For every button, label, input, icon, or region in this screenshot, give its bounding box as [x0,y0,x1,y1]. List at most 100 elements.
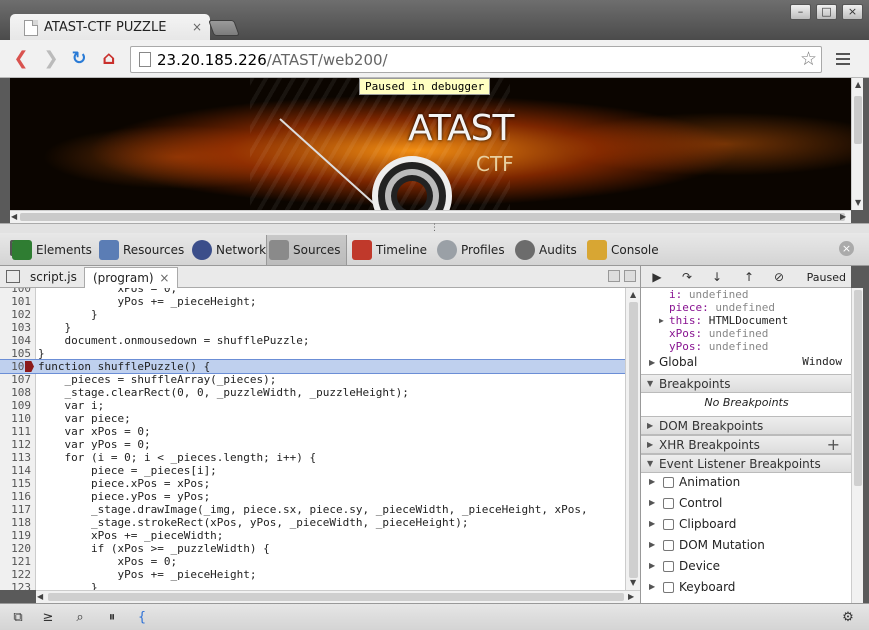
resume-icon[interactable]: ▶ [649,269,665,285]
event-category-checkbox[interactable] [663,498,674,509]
tab-elements[interactable]: Elements [10,235,92,265]
line-number[interactable]: 123 [0,581,31,590]
code-line[interactable]: 107 _pieces = shuffleArray(_pieces); [0,373,625,386]
expand-triangle-icon[interactable]: ▶ [659,316,664,325]
code-line[interactable]: 121 xPos = 0; [0,555,625,568]
file-tabs-scroll-icon[interactable] [608,270,620,282]
sidebar-vertical-scrollbar[interactable] [851,288,863,603]
pause-on-exceptions-icon[interactable]: ⏸ [102,608,122,628]
line-number[interactable]: 101 [0,295,31,308]
code-line[interactable]: 103 } [0,321,625,334]
scope-variable[interactable]: piece: undefined [669,301,775,314]
line-number[interactable]: 115 [0,477,31,490]
devtools-close-icon[interactable]: × [839,241,854,256]
navigator-toggle-icon[interactable] [6,270,20,283]
line-number[interactable]: 117 [0,503,31,516]
scope-variable[interactable]: i: undefined [669,288,748,301]
event-category-checkbox[interactable] [663,561,674,572]
event-category-checkbox[interactable] [663,582,674,593]
event-category-animation[interactable]: ▶ Animation [641,472,851,492]
line-number[interactable]: 121 [0,555,31,568]
line-number[interactable]: 100 [0,288,31,295]
line-number[interactable]: 104 [0,334,31,347]
code-line[interactable]: 112 var yPos = 0; [0,438,625,451]
forward-arrow-icon[interactable]: ❯ [40,48,62,70]
step-into-icon[interactable]: ↓ [709,269,725,285]
code-line[interactable]: 110 var piece; [0,412,625,425]
source-code-editor[interactable]: 100 xPos = 0; 101 yPos += _pieceHeight; 10… [0,288,625,590]
line-number[interactable]: 108 [0,386,31,399]
tab-timeline[interactable]: Timeline [350,235,427,265]
tab-resources[interactable]: Resources [97,235,184,265]
back-arrow-icon[interactable]: ❮ [10,48,32,70]
code-line[interactable]: 108 _stage.clearRect(0, 0, _puzzleWidth,… [0,386,625,399]
debugger-sidebar-toggle-icon[interactable] [624,270,636,282]
dock-side-icon[interactable]: ⧉ [8,608,28,628]
code-line[interactable]: 120 if (xPos >= _puzzleWidth) { [0,542,625,555]
code-horizontal-scrollbar[interactable]: ◀ ▶ [36,590,640,603]
step-over-icon[interactable]: ↷ [679,269,695,285]
breakpoints-section-header[interactable]: ▼ Breakpoints [641,374,851,393]
scope-global[interactable]: ▶ Global Window [641,354,851,372]
event-category-checkbox[interactable] [663,540,674,551]
pretty-print-button[interactable]: { } [132,608,152,628]
line-number[interactable]: 116 [0,490,31,503]
code-line[interactable]: 116 piece.yPos = yPos; [0,490,625,503]
tab-profiles[interactable]: Profiles [435,235,505,265]
event-category-keyboard[interactable]: ▶ Keyboard [641,577,851,597]
maximize-button[interactable]: □ [816,4,837,20]
step-out-icon[interactable]: ↑ [741,269,757,285]
line-number[interactable]: 112 [0,438,31,451]
code-line[interactable]: 114 piece = _pieces[i]; [0,464,625,477]
reload-icon[interactable]: ↻ [68,48,90,70]
event-category-control[interactable]: ▶ Control [641,493,851,513]
deactivate-breakpoints-icon[interactable]: ⊘ [771,269,787,285]
event-category-checkbox[interactable] [663,477,674,488]
current-execution-line[interactable]: 106 function shufflePuzzle() { [0,359,625,374]
devtools-resize-handle[interactable]: ⋮ [0,223,869,233]
tab-close-icon[interactable]: × [192,20,202,34]
scope-variable[interactable]: yPos: undefined [669,340,768,353]
code-line[interactable]: 109 var i; [0,399,625,412]
code-line[interactable]: 117 _stage.drawImage(_img, piece.sx, pie… [0,503,625,516]
code-line[interactable]: 101 yPos += _pieceHeight; [0,295,625,308]
home-icon[interactable]: ⌂ [98,48,120,70]
xhr-breakpoints-section-header[interactable]: ▶ XHR Breakpoints + [641,435,851,454]
tab-sources[interactable]: Sources [266,235,348,265]
line-number[interactable]: 109 [0,399,31,412]
line-number[interactable]: 113 [0,451,31,464]
event-listener-breakpoints-section-header[interactable]: ▼ Event Listener Breakpoints [641,454,851,473]
code-line[interactable]: 113 for (i = 0; i < _pieces.length; i++)… [0,451,625,464]
code-vertical-scrollbar[interactable]: ▲ ▼ [625,288,640,590]
tab-network[interactable]: Network [190,235,266,265]
line-number[interactable]: 122 [0,568,31,581]
add-xhr-breakpoint-icon[interactable]: + [827,436,840,453]
address-bar[interactable]: 23.20.185.226/ATAST/web200/ ☆ [130,46,822,73]
code-line[interactable]: 104 document.onmousedown = shufflePuzzle… [0,334,625,347]
scope-variable[interactable]: this: HTMLDocument [669,314,788,327]
page-vertical-scrollbar[interactable]: ▲ ▼ [851,78,863,210]
code-line[interactable]: 102 } [0,308,625,321]
code-line[interactable]: 119 xPos += _pieceWidth; [0,529,625,542]
tab-audits[interactable]: Audits [513,235,577,265]
file-tab-script-js[interactable]: script.js [22,267,85,288]
line-number[interactable]: 111 [0,425,31,438]
new-tab-button[interactable] [208,20,240,36]
line-number[interactable]: 107 [0,373,31,386]
line-number[interactable]: 118 [0,516,31,529]
event-category-checkbox[interactable] [663,519,674,530]
chrome-menu-icon[interactable] [836,53,850,65]
code-line[interactable]: 111 var xPos = 0; [0,425,625,438]
code-line[interactable]: 115 piece.xPos = xPos; [0,477,625,490]
bookmark-star-icon[interactable]: ☆ [800,48,817,70]
line-number[interactable]: 119 [0,529,31,542]
event-category-device[interactable]: ▶ Device [641,556,851,576]
browser-tab[interactable]: ATAST-CTF PUZZLE × [10,14,210,42]
show-console-icon[interactable]: ≥ [38,608,58,628]
minimize-button[interactable]: – [790,4,811,20]
line-number[interactable]: 120 [0,542,31,555]
code-line[interactable]: 100 xPos = 0; [0,288,625,295]
line-number[interactable]: 102 [0,308,31,321]
dom-breakpoints-section-header[interactable]: ▶ DOM Breakpoints [641,416,851,435]
file-tab-close-icon[interactable]: × [159,271,169,285]
